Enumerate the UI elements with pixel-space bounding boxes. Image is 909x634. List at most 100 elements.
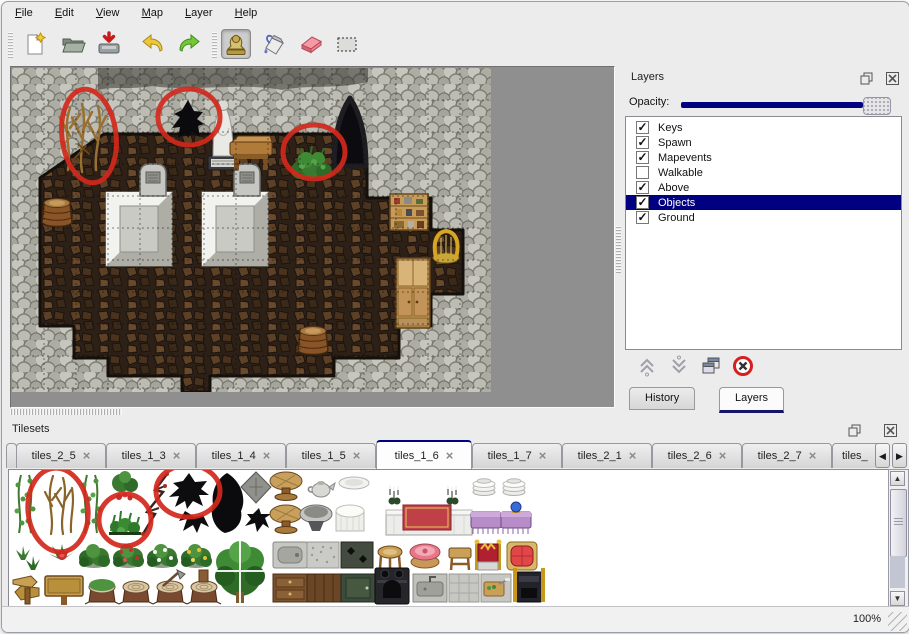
tab-close-icon[interactable]: ×	[263, 451, 271, 461]
open-file-button[interactable]	[60, 31, 86, 57]
save-file-button[interactable]	[96, 31, 122, 57]
move-layer-down-button[interactable]	[667, 354, 691, 378]
small-bat-tile	[245, 508, 271, 532]
layer-row-spawn[interactable]: ✓ Spawn	[626, 135, 901, 150]
barrel-sprite	[298, 327, 328, 355]
scroll-up-button[interactable]: ▲	[890, 471, 905, 486]
small-stool-tile	[449, 548, 471, 570]
menu-help[interactable]: Help	[232, 5, 261, 21]
move-layer-up-button[interactable]	[635, 354, 659, 378]
eraser-tool-button[interactable]	[296, 29, 326, 59]
layer-row-keys[interactable]: ✓ Keys	[626, 120, 901, 135]
tab-close-icon[interactable]: ×	[629, 451, 637, 461]
close-panel-icon[interactable]	[884, 424, 897, 437]
stool-tile	[378, 546, 402, 570]
menu-view[interactable]: View	[93, 5, 123, 21]
layer-row-mapevents[interactable]: ✓ Mapevents	[626, 150, 901, 165]
duplicate-layer-button[interactable]	[699, 354, 723, 378]
tileset-tab[interactable]: tiles_1_7×	[472, 443, 562, 468]
map-canvas-viewport[interactable]	[10, 66, 615, 408]
stone-basin-tile	[273, 542, 307, 568]
tileset-image[interactable]	[9, 470, 887, 605]
new-file-icon	[22, 31, 48, 57]
opacity-slider-handle[interactable]	[863, 97, 891, 115]
layer-visibility-checkbox[interactable]: ✓	[636, 136, 649, 149]
black-cat-tile	[169, 473, 209, 533]
layer-row-above[interactable]: ✓ Above	[626, 180, 901, 195]
toolbar-grip[interactable]	[8, 32, 13, 58]
tileset-tab[interactable]: tiles_1_3×	[106, 443, 196, 468]
tileset-tab[interactable]: tiles_2_6×	[652, 443, 742, 468]
opacity-slider-track[interactable]	[681, 102, 863, 108]
vertical-splitter-handle[interactable]	[616, 226, 621, 274]
barrel-sprite	[42, 199, 72, 227]
tileset-tab[interactable]: tiles_2_7×	[742, 443, 832, 468]
dead-branches-tile	[45, 476, 73, 534]
tileset-canvas[interactable]	[8, 469, 889, 608]
menu-file[interactable]: File	[12, 5, 36, 21]
menu-layer[interactable]: Layer	[182, 5, 216, 21]
fill-tool-button[interactable]	[260, 29, 290, 59]
white-table-tile	[336, 505, 364, 531]
menu-map[interactable]: Map	[139, 5, 166, 21]
tab-close-icon[interactable]: ×	[539, 451, 547, 461]
pedestal-sprite	[202, 192, 268, 266]
horizontal-splitter-handle[interactable]	[10, 409, 122, 415]
layer-visibility-checkbox[interactable]: ✓	[636, 196, 649, 209]
menu-edit[interactable]: Edit	[52, 5, 77, 21]
layer-visibility-checkbox[interactable]: ✓	[636, 121, 649, 134]
tab-history[interactable]: History	[629, 387, 695, 410]
tileset-tab[interactable]: tiles_2_1×	[562, 443, 652, 468]
map-canvas[interactable]	[12, 68, 491, 392]
tab-close-icon[interactable]: ×	[446, 451, 454, 461]
scroll-down-button[interactable]: ▼	[890, 591, 905, 606]
tileset-tab-active[interactable]: tiles_1_6×	[376, 440, 472, 470]
window-resize-grip[interactable]	[888, 612, 907, 631]
throne-tile	[475, 540, 502, 571]
tab-layers[interactable]: Layers	[719, 387, 784, 413]
cushion-seat-tile	[507, 542, 537, 570]
delete-layer-button[interactable]	[731, 354, 755, 378]
tab-close-icon[interactable]: ×	[809, 451, 817, 461]
green-bush-tile	[109, 511, 141, 535]
teapot-tile	[308, 481, 335, 497]
tab-scroll-left-button[interactable]: ◀	[875, 443, 890, 468]
float-panel-icon[interactable]	[860, 72, 873, 85]
select-tool-button[interactable]	[332, 29, 362, 59]
layers-panel-title: Layers	[631, 71, 664, 83]
tab-close-icon[interactable]: ×	[83, 451, 91, 461]
layer-row-walkable[interactable]: Walkable	[626, 165, 901, 180]
layer-visibility-checkbox[interactable]	[636, 166, 649, 179]
tileset-tab[interactable]: tiles_2_5×	[16, 443, 106, 468]
undo-button[interactable]	[140, 31, 166, 57]
tab-close-icon[interactable]: ×	[353, 451, 361, 461]
layer-row-ground[interactable]: ✓ Ground	[626, 210, 901, 225]
new-file-button[interactable]	[22, 31, 48, 57]
tileset-tab[interactable]: tiles_1_4×	[196, 443, 286, 468]
vertical-splitter[interactable]	[615, 66, 622, 406]
redo-button[interactable]	[176, 31, 202, 57]
layer-visibility-checkbox[interactable]: ✓	[636, 211, 649, 224]
toolbar-grip[interactable]	[212, 32, 217, 58]
float-panel-icon[interactable]	[848, 424, 861, 437]
tileset-tab[interactable]: tiles_1_5×	[286, 443, 376, 468]
stove-top-tile	[341, 542, 373, 568]
tileset-vertical-scrollbar[interactable]: ▲ ▼	[888, 469, 909, 608]
map-editor-window: File Edit View Map Layer Help	[1, 1, 909, 633]
save-icon	[96, 31, 122, 57]
undo-icon	[140, 31, 166, 57]
drawer-cabinet-tile	[273, 574, 307, 602]
scrollbar-track[interactable]	[890, 556, 905, 588]
tab-close-icon[interactable]: ×	[719, 451, 727, 461]
gray-tiles-tile	[449, 574, 479, 602]
stamp-tool-button[interactable]	[221, 29, 251, 59]
layer-row-objects[interactable]: ✓ Objects	[626, 195, 901, 210]
close-panel-icon[interactable]	[886, 72, 899, 85]
tab-close-icon[interactable]: ×	[173, 451, 181, 461]
silver-table-tile	[300, 505, 332, 531]
tab-scroll-right-button[interactable]: ▶	[892, 443, 907, 468]
layer-visibility-checkbox[interactable]: ✓	[636, 181, 649, 194]
layer-visibility-checkbox[interactable]: ✓	[636, 151, 649, 164]
selection-rectangle-icon	[333, 30, 361, 58]
scrollbar-thumb[interactable]	[890, 489, 907, 557]
